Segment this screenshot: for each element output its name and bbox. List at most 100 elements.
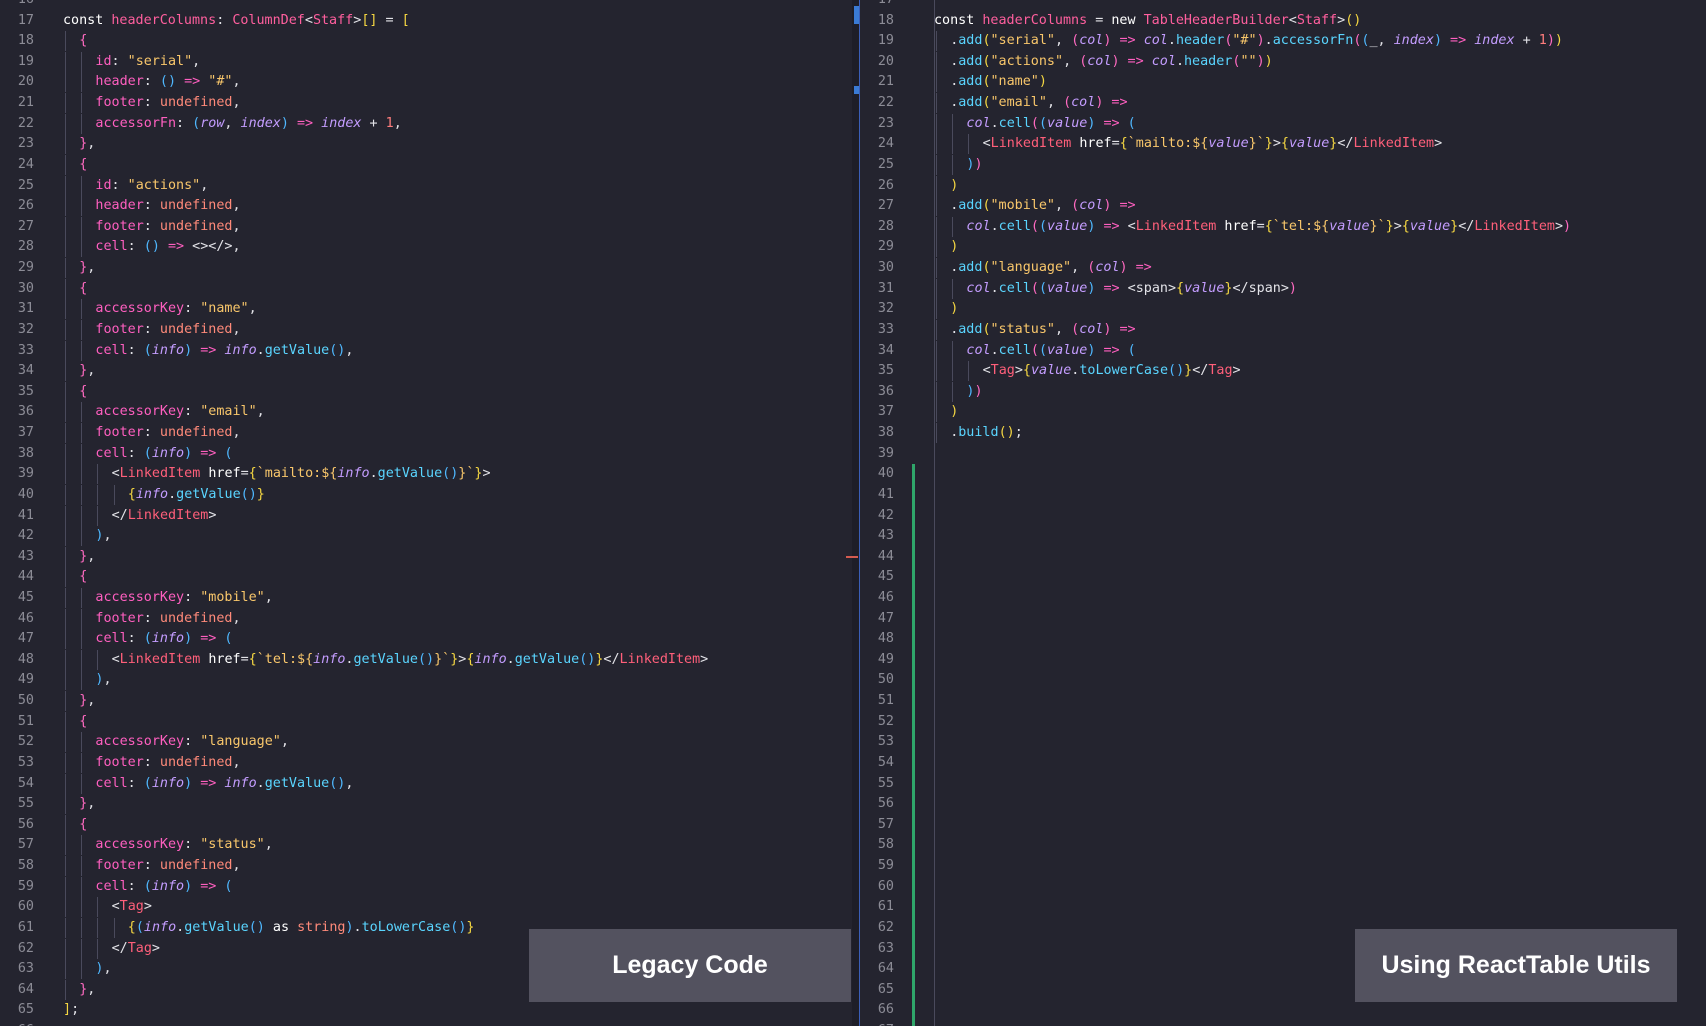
code-line[interactable]: 47 xyxy=(860,609,1706,629)
code-line[interactable]: 20 header: () => "#", xyxy=(0,72,844,93)
line-number: 52 xyxy=(877,713,894,729)
code-line[interactable]: 42), xyxy=(0,526,844,547)
code-line[interactable]: 17 const headerColumns: ColumnDef<Staff>[… xyxy=(0,11,844,31)
code-line[interactable]: 24 <LinkedItem href={`mailto:${value}`}>{… xyxy=(860,134,1706,155)
code-line[interactable]: 57 xyxy=(860,815,1706,835)
code-line[interactable]: 38 cell: (info) => ( xyxy=(0,443,844,464)
code-line[interactable]: 28 cell: () => <></>, xyxy=(0,237,844,258)
code-line[interactable]: 34 col.cell((value) => ( xyxy=(860,340,1706,361)
code-line[interactable]: 32) xyxy=(860,299,1706,320)
code-line[interactable]: 39 <LinkedItem href={`mailto:${info.getVa… xyxy=(0,464,844,485)
code-line[interactable]: 27 footer: undefined, xyxy=(0,216,844,237)
code-line[interactable]: 18 const headerColumns = new TableHeaderB… xyxy=(860,11,1706,31)
code-line[interactable]: 41 xyxy=(860,485,1706,505)
code-line[interactable]: 23 col.cell((value) => ( xyxy=(860,113,1706,134)
code-line[interactable]: 16 xyxy=(0,0,844,10)
code-line[interactable]: 21 .add("name") xyxy=(860,72,1706,93)
code-line[interactable]: 30 .add("language", (col) => xyxy=(860,258,1706,279)
code-line[interactable]: 27 .add("mobile", (col) => xyxy=(860,196,1706,217)
code-line[interactable]: 46 footer: undefined, xyxy=(0,608,844,629)
code-line[interactable]: 30 { xyxy=(0,278,844,299)
code-line[interactable]: 43 xyxy=(860,526,1706,546)
code-line[interactable]: 24 { xyxy=(0,154,844,175)
code-line[interactable]: 44 xyxy=(860,547,1706,567)
code-line[interactable]: 38 .build(); xyxy=(860,423,1706,444)
code-line[interactable]: 59 cell: (info) => ( xyxy=(0,876,844,897)
code-line[interactable]: 53 xyxy=(860,732,1706,752)
code-line[interactable]: 19 .add("serial", (col) => col.header("#"… xyxy=(860,31,1706,52)
code-line[interactable]: 58 xyxy=(860,835,1706,855)
code-line[interactable]: 17 xyxy=(860,0,1706,10)
code-line[interactable]: 48 xyxy=(860,629,1706,649)
code-line[interactable]: 28 col.cell((value) => <LinkedItem href={… xyxy=(860,216,1706,237)
code-line[interactable]: 49 xyxy=(860,650,1706,670)
code-line[interactable]: 48 <LinkedItem href={`tel:${info.getValue… xyxy=(0,649,844,670)
code-line[interactable]: 35 <Tag>{value.toLowerCase()}</Tag> xyxy=(860,361,1706,382)
code-line[interactable]: 31 accessorKey: "name", xyxy=(0,299,844,320)
legacy-code-editor-pane[interactable]: 1617const headerColumns: ColumnDef<Staff… xyxy=(0,0,844,1026)
code-line[interactable]: 46 xyxy=(860,588,1706,608)
code-line[interactable]: 20 .add("actions", (col) => col.header(""… xyxy=(860,51,1706,72)
code-line[interactable]: 60 <Tag> xyxy=(0,897,844,918)
code-line[interactable]: 50}, xyxy=(0,691,844,712)
code-line[interactable]: 61 xyxy=(860,897,1706,917)
code-line[interactable]: 36)) xyxy=(860,381,1706,402)
code-line[interactable]: 55 xyxy=(860,774,1706,794)
code-line[interactable]: 54 cell: (info) => info.getValue(), xyxy=(0,773,844,794)
code-line[interactable]: 33 .add("status", (col) => xyxy=(860,319,1706,340)
code-line[interactable]: 45 xyxy=(860,567,1706,587)
code-line[interactable]: 45 accessorKey: "mobile", xyxy=(0,587,844,608)
code-line[interactable]: 22 accessorFn: (row, index) => index + 1, xyxy=(0,113,844,134)
code-line[interactable]: 23}, xyxy=(0,134,844,155)
code-line[interactable]: 29) xyxy=(860,237,1706,258)
code-text: cell: (info) => ( xyxy=(95,629,232,649)
code-line[interactable]: 34}, xyxy=(0,361,844,382)
code-line[interactable]: 37) xyxy=(860,402,1706,423)
code-line[interactable]: 60 xyxy=(860,877,1706,897)
code-line[interactable]: 57 accessorKey: "status", xyxy=(0,835,844,856)
code-line[interactable]: 35 { xyxy=(0,381,844,402)
code-line[interactable]: 51 xyxy=(860,691,1706,711)
code-line[interactable]: 32 footer: undefined, xyxy=(0,319,844,340)
code-line[interactable]: 53 footer: undefined, xyxy=(0,752,844,773)
code-line[interactable]: 50 xyxy=(860,670,1706,690)
code-line[interactable]: 39 xyxy=(860,444,1706,464)
code-line[interactable]: 52 accessorKey: "language", xyxy=(0,732,844,753)
code-line[interactable]: 22 .add("email", (col) => xyxy=(860,93,1706,114)
code-line[interactable]: 41 </LinkedItem> xyxy=(0,505,844,526)
code-line[interactable]: 40 {info.getValue()} xyxy=(0,484,844,505)
code-line[interactable]: 51 { xyxy=(0,711,844,732)
line-number: 56 xyxy=(17,816,34,832)
code-line[interactable]: 42 xyxy=(860,506,1706,526)
code-line[interactable]: 55}, xyxy=(0,794,844,815)
code-line[interactable]: 66 xyxy=(0,1021,844,1026)
line-number: 17 xyxy=(860,0,894,10)
code-line[interactable]: 37 footer: undefined, xyxy=(0,423,844,444)
code-line[interactable]: 25 id: "actions", xyxy=(0,175,844,196)
code-line[interactable]: 47 cell: (info) => ( xyxy=(0,629,844,650)
code-line[interactable]: 18 { xyxy=(0,31,844,52)
code-line[interactable]: 59 xyxy=(860,856,1706,876)
code-line[interactable]: 44 { xyxy=(0,567,844,588)
code-line[interactable]: 19 id: "serial", xyxy=(0,51,844,72)
code-line[interactable]: 29}, xyxy=(0,258,844,279)
code-line[interactable]: 21 footer: undefined, xyxy=(0,93,844,114)
code-line[interactable]: 56 { xyxy=(0,814,844,835)
code-line[interactable]: 31 col.cell((value) => <span>{value}</spa… xyxy=(860,278,1706,299)
code-line[interactable]: 33 cell: (info) => info.getValue(), xyxy=(0,340,844,361)
code-line[interactable]: 67 xyxy=(860,1021,1706,1026)
code-line[interactable]: 56 xyxy=(860,794,1706,814)
code-line[interactable]: 65]; xyxy=(0,1000,844,1020)
code-line[interactable]: 58 footer: undefined, xyxy=(0,856,844,877)
code-line[interactable]: 36 accessorKey: "email", xyxy=(0,402,844,423)
code-line[interactable]: 66 xyxy=(860,1000,1706,1020)
code-line[interactable]: 54 xyxy=(860,753,1706,773)
code-line[interactable]: 26) xyxy=(860,175,1706,196)
code-line[interactable]: 43}, xyxy=(0,546,844,567)
react-table-utils-editor-pane[interactable]: 17 18 const headerColumns = new TableHeade… xyxy=(860,0,1706,1026)
code-line[interactable]: 52 xyxy=(860,712,1706,732)
code-line[interactable]: 49), xyxy=(0,670,844,691)
code-line[interactable]: 40 xyxy=(860,464,1706,484)
code-line[interactable]: 25)) xyxy=(860,154,1706,175)
code-line[interactable]: 26 header: undefined, xyxy=(0,196,844,217)
